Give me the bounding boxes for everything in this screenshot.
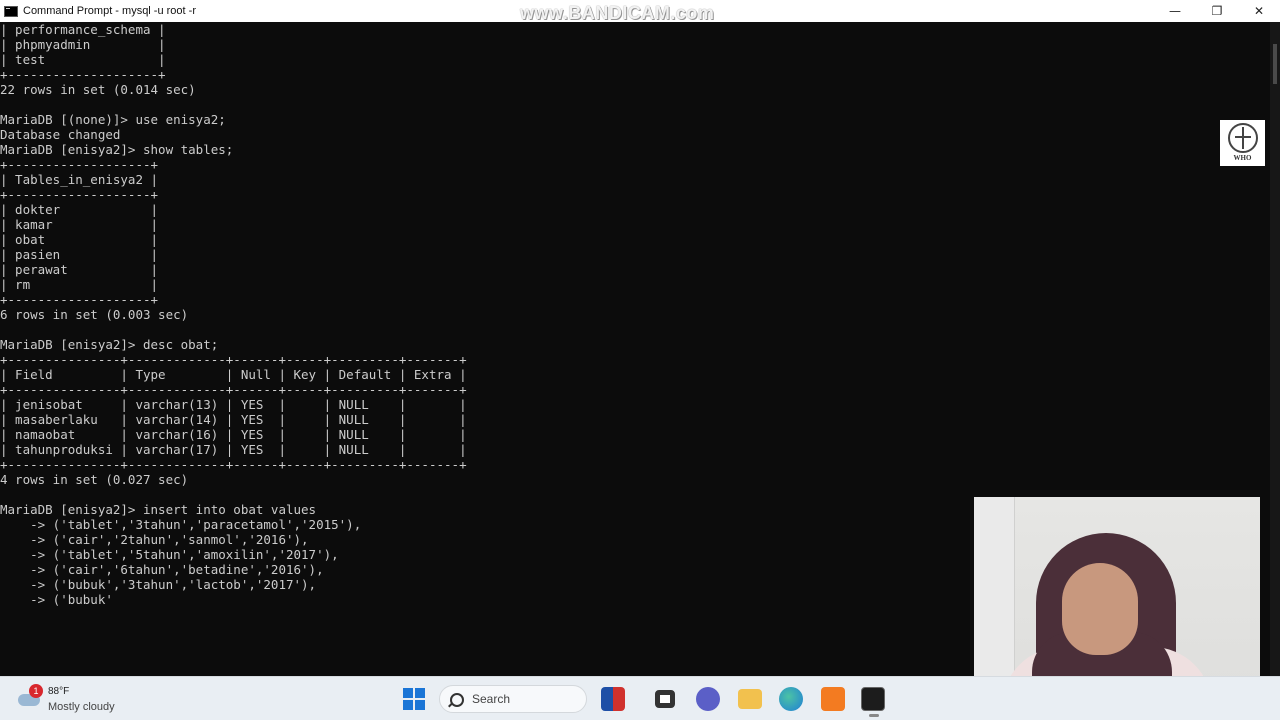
task-view-icon[interactable]	[655, 690, 675, 708]
xampp-icon[interactable]	[821, 687, 845, 711]
command-prompt-icon	[4, 5, 18, 17]
close-button[interactable]: ✕	[1238, 0, 1280, 22]
window-controls: — ❐ ✕	[1154, 0, 1280, 22]
window-title-bar[interactable]: Command Prompt - mysql -u root -r www.BA…	[0, 0, 1280, 23]
search-label: Search	[472, 692, 511, 706]
who-logo-label: WHO	[1233, 154, 1252, 162]
minimize-button[interactable]: —	[1154, 0, 1196, 22]
edge-icon[interactable]	[779, 687, 803, 711]
window-title: Command Prompt - mysql -u root -r	[23, 5, 196, 17]
taskbar: 1 88°F Mostly cloudy Search	[0, 676, 1280, 720]
search-icon	[450, 693, 464, 707]
folder-icon[interactable]	[738, 689, 762, 709]
webcam-person-face	[1062, 563, 1138, 655]
chat-icon[interactable]	[696, 687, 720, 711]
who-emblem-icon	[1227, 123, 1258, 153]
bandicam-watermark: www.BANDICAM.com	[520, 3, 715, 23]
weather-condition: Mostly cloudy	[48, 701, 115, 713]
scrollbar-thumb[interactable]	[1273, 44, 1277, 84]
maximize-button[interactable]: ❐	[1196, 0, 1238, 22]
windows-icon[interactable]	[403, 688, 425, 710]
notification-badge: 1	[29, 684, 43, 698]
search-box[interactable]: Search	[439, 685, 587, 713]
weather-widget[interactable]: 1 88°F Mostly cloudy	[18, 684, 128, 716]
terminal-icon[interactable]	[861, 687, 885, 717]
flag-icon[interactable]	[601, 687, 625, 711]
terminal-scrollbar[interactable]	[1270, 22, 1280, 676]
who-logo: WHO	[1220, 120, 1265, 166]
weather-temp: 88°F	[48, 686, 70, 697]
